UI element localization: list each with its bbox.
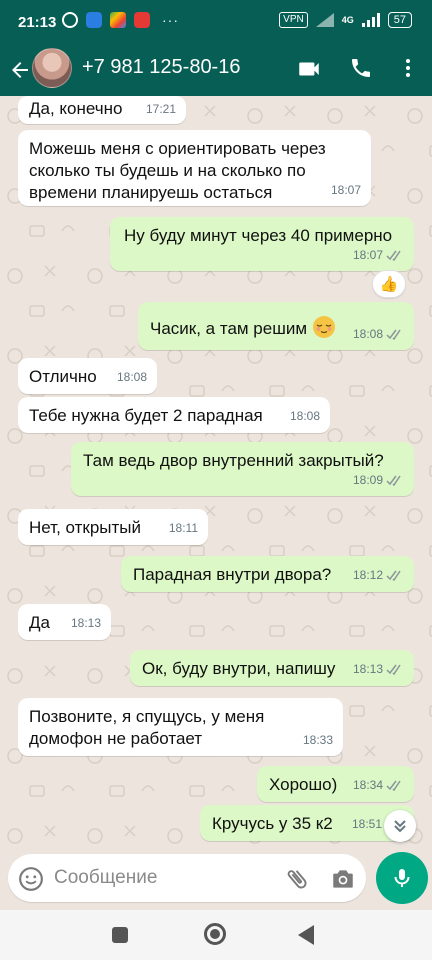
message-time: 17:21	[145, 102, 176, 116]
message-text: Ну буду минут через 40 примерно	[124, 226, 393, 245]
vpn-badge: VPN	[279, 12, 308, 28]
notification-icons: ···	[62, 12, 179, 28]
voice-record-button[interactable]	[376, 852, 428, 904]
message-text: Тебе нужна будет 2 парадная	[29, 406, 263, 425]
more-notifications-icon: ···	[162, 12, 179, 28]
message-meta: 18:34	[353, 774, 404, 796]
alarm-icon	[62, 12, 78, 28]
home-button[interactable]	[204, 923, 226, 945]
message-time: 18:09	[352, 473, 383, 487]
microphone-icon	[394, 869, 410, 887]
message-time: 18:07	[352, 248, 383, 262]
message-time: 18:13	[70, 616, 101, 630]
message-outgoing[interactable]: Кручусь у 35 к2 18:51	[200, 805, 414, 841]
recent-apps-button[interactable]	[112, 927, 128, 943]
message-time: 18:08	[116, 370, 147, 384]
back-button[interactable]	[298, 925, 314, 945]
emoji-icon[interactable]	[18, 866, 44, 892]
message-outgoing[interactable]: Там ведь двор внутренний закрытый? 18:09	[71, 442, 414, 496]
message-meta: 18:11	[169, 517, 198, 539]
message-incoming[interactable]: Отлично 18:08	[18, 358, 157, 394]
message-time: 18:12	[352, 568, 383, 582]
message-meta: 18:13	[353, 658, 404, 680]
message-text: Там ведь двор внутренний закрытый?	[83, 451, 384, 470]
message-meta: 18:08	[290, 405, 320, 427]
paperclip-icon[interactable]	[284, 866, 310, 892]
message-incoming[interactable]: Можешь меня с ориентировать через скольк…	[18, 130, 371, 206]
double-chevron-down-icon	[394, 820, 406, 833]
message-time: 18:34	[352, 778, 383, 792]
message-meta: 18:12	[353, 564, 404, 586]
message-outgoing[interactable]: Ну буду минут через 40 примерно 18:07	[110, 217, 414, 271]
message-meta: 17:21	[146, 98, 176, 120]
status-bar: 21:13 ··· VPN 4G 57	[0, 0, 432, 44]
play-store-icon	[110, 12, 126, 28]
message-meta: 18:09	[353, 469, 404, 491]
system-navigation-bar	[0, 910, 432, 960]
message-incoming[interactable]: Нет, открытый 18:11	[18, 509, 208, 545]
app-notification-icon	[134, 12, 150, 28]
message-time: 18:08	[352, 327, 383, 341]
chat-header: +7 981 125-80-16	[0, 44, 432, 96]
contact-name[interactable]: +7 981 125-80-16	[82, 56, 240, 79]
signal-strength-icon	[361, 13, 380, 27]
read-receipt-icon	[386, 664, 401, 675]
relieved-face-icon	[312, 316, 335, 338]
scroll-to-bottom-button[interactable]	[384, 810, 416, 842]
read-receipt-icon	[386, 250, 401, 261]
thumbs-up-icon: 👍	[379, 276, 399, 293]
phone-call-icon[interactable]	[349, 56, 373, 80]
message-time: 18:07	[330, 183, 361, 197]
message-meta: 18:13	[71, 612, 101, 634]
contact-avatar[interactable]	[32, 48, 72, 88]
read-receipt-icon	[386, 570, 401, 581]
status-time: 21:13	[18, 14, 57, 31]
message-outgoing[interactable]: Парадная внутри двора? 18:12	[121, 556, 414, 592]
message-composer	[8, 854, 366, 902]
message-time: 18:08	[289, 409, 320, 423]
message-text-content: Часик, а там решим	[150, 319, 308, 338]
read-receipt-icon	[386, 329, 401, 340]
video-call-icon[interactable]	[296, 56, 322, 82]
shield-icon	[86, 12, 102, 28]
message-meta: 18:08	[353, 323, 404, 345]
system-icons: VPN 4G 57	[279, 12, 412, 28]
message-time: 18:13	[352, 662, 383, 676]
message-outgoing[interactable]: Хорошо) 18:34	[257, 766, 414, 802]
message-incoming[interactable]: Тебе нужна будет 2 парадная 18:08	[18, 397, 330, 433]
message-text: Позвоните, я спущусь, у меня домофон не …	[29, 707, 265, 748]
back-arrow-icon[interactable]	[8, 56, 32, 84]
message-outgoing[interactable]: Часик, а там решим 18:08	[138, 302, 414, 350]
message-incoming[interactable]: Позвоните, я спущусь, у меня домофон не …	[18, 698, 343, 756]
read-receipt-icon	[386, 780, 401, 791]
more-options-icon[interactable]	[396, 56, 420, 80]
message-meta: 18:07	[331, 179, 361, 201]
read-receipt-icon	[386, 475, 401, 486]
message-time: 18:33	[302, 733, 333, 747]
message-meta: 18:51	[352, 813, 382, 835]
chat-messages[interactable]: Да, конечно 17:21 Можешь меня с ориентир…	[0, 96, 432, 852]
signal-icon	[315, 13, 334, 27]
message-meta: 18:33	[303, 729, 333, 751]
message-text: Можешь меня с ориентировать через скольк…	[29, 139, 326, 202]
message-incoming[interactable]: Да, конечно 17:21	[18, 96, 186, 124]
message-meta: 18:07	[353, 244, 404, 266]
network-type: 4G	[341, 15, 354, 25]
message-time: 18:51	[351, 817, 382, 831]
message-incoming[interactable]: Да 18:13	[18, 604, 111, 640]
battery-indicator: 57	[387, 12, 412, 28]
message-outgoing[interactable]: Ок, буду внутри, напишу 18:13	[130, 650, 414, 686]
message-input[interactable]	[54, 866, 274, 890]
message-meta: 18:08	[117, 366, 147, 388]
camera-icon[interactable]	[330, 866, 356, 892]
message-time: 18:11	[168, 521, 198, 535]
message-reaction[interactable]: 👍	[372, 270, 406, 298]
